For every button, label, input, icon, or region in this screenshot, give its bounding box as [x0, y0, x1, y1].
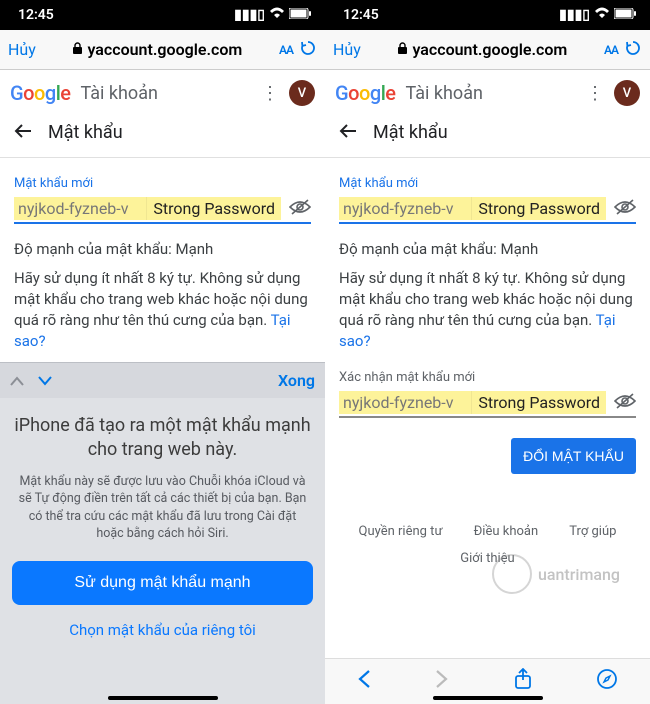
change-password-button[interactable]: ĐỔI MẬT KHẨU [511, 438, 636, 474]
page-title: Mật khẩu [48, 122, 123, 143]
new-password-label: Mật khẩu mới [339, 176, 636, 191]
signal-icon: ▮▮▮▯ [559, 7, 590, 23]
terms-link[interactable]: Điều khoản [474, 524, 539, 539]
lock-icon [72, 42, 83, 58]
toggle-visibility-icon[interactable] [614, 199, 636, 219]
phone-right: 12:45 ▮▮▮▯ Hủy yaccount.google.com AA Go… [325, 0, 650, 704]
back-button[interactable] [339, 122, 357, 143]
prev-field-icon[interactable] [10, 371, 24, 390]
new-password-input[interactable]: nyjkod-fyzneb-v [14, 197, 147, 220]
lock-icon [397, 42, 408, 58]
sub-header: Mật khẩu [325, 114, 650, 158]
more-menu-button[interactable]: ⋮ [586, 83, 604, 104]
url-area[interactable]: yaccount.google.com [367, 40, 598, 59]
strong-password-tag: Strong Password [472, 391, 606, 414]
back-button[interactable] [14, 122, 32, 143]
back-nav-icon[interactable] [357, 669, 371, 694]
intro-link[interactable]: Giới thiệu [339, 551, 636, 566]
google-logo: Google [335, 81, 396, 105]
help-text: Hãy sử dụng ít nhất 8 ký tự. Không sử dụ… [14, 268, 311, 352]
url-text: yaccount.google.com [412, 40, 567, 59]
phone-left: 12:45 ▮▮▮▯ Hủy yaccount.google.com AA Go… [0, 0, 325, 704]
cancel-button[interactable]: Hủy [8, 40, 36, 59]
content-area: Mật khẩu mới nyjkod-fyzneb-v Strong Pass… [0, 158, 325, 362]
browser-bar: Hủy yaccount.google.com AA [0, 30, 325, 70]
url-text: yaccount.google.com [87, 40, 242, 59]
avatar[interactable]: V [614, 80, 640, 106]
share-icon[interactable] [514, 668, 532, 695]
toggle-visibility-icon[interactable] [614, 393, 636, 413]
strong-password-tag: Strong Password [472, 197, 606, 220]
toggle-visibility-icon[interactable] [289, 199, 311, 219]
refresh-button[interactable] [299, 39, 317, 61]
keyboard-done-button[interactable]: Xong [278, 371, 315, 390]
google-header: Google Tài khoản ⋮ V [0, 70, 325, 114]
wifi-icon [269, 7, 285, 23]
avatar[interactable]: V [289, 80, 315, 106]
text-size-button[interactable]: AA [279, 43, 293, 57]
status-time: 12:45 [18, 7, 54, 23]
safari-icon[interactable] [596, 668, 618, 695]
new-password-row: nyjkod-fyzneb-v Strong Password [14, 197, 311, 224]
url-area[interactable]: yaccount.google.com [42, 40, 273, 59]
status-bar: 12:45 ▮▮▮▯ [325, 0, 650, 30]
battery-icon [289, 7, 311, 23]
battery-icon [614, 7, 636, 23]
browser-bar: Hủy yaccount.google.com AA [325, 30, 650, 70]
confirm-password-label: Xác nhận mật khẩu mới [339, 370, 636, 385]
home-indicator [433, 696, 543, 700]
help-text: Hãy sử dụng ít nhất 8 ký tự. Không sử dụ… [339, 268, 636, 352]
new-password-row: nyjkod-fyzneb-v Strong Password [339, 197, 636, 224]
status-icons: ▮▮▮▯ [234, 7, 311, 23]
account-label: Tài khoản [406, 83, 483, 104]
account-label: Tài khoản [81, 83, 158, 104]
status-time: 12:45 [343, 7, 379, 23]
help-text-body: Hãy sử dụng ít nhất 8 ký tự. Không sử dụ… [339, 269, 633, 329]
keyboard-accessory: Xong [0, 362, 325, 398]
help-text-body: Hãy sử dụng ít nhất 8 ký tự. Không sử dụ… [14, 269, 308, 329]
confirm-password-row: nyjkod-fyzneb-v Strong Password [339, 391, 636, 418]
status-icons: ▮▮▮▯ [559, 7, 636, 23]
content-area: Mật khẩu mới nyjkod-fyzneb-v Strong Pass… [325, 158, 650, 576]
sub-header: Mật khẩu [0, 114, 325, 158]
strong-password-panel: iPhone đã tạo ra một mật khẩu mạnh cho t… [0, 398, 325, 704]
confirm-password-input[interactable]: nyjkod-fyzneb-v [339, 391, 472, 414]
google-header: Google Tài khoản ⋮ V [325, 70, 650, 114]
more-menu-button[interactable]: ⋮ [261, 83, 279, 104]
strong-password-tag: Strong Password [147, 197, 281, 220]
new-password-input[interactable]: nyjkod-fyzneb-v [339, 197, 472, 220]
use-strong-password-button[interactable]: Sử dụng mật khẩu mạnh [12, 561, 313, 605]
status-bar: 12:45 ▮▮▮▯ [0, 0, 325, 30]
choose-own-password-link[interactable]: Chọn mật khẩu của riêng tôi [12, 621, 313, 639]
privacy-link[interactable]: Quyền riêng tư [359, 524, 443, 539]
help-link[interactable]: Trợ giúp [569, 524, 616, 539]
refresh-button[interactable] [624, 39, 642, 61]
strength-text: Độ mạnh của mật khẩu: Mạnh [339, 240, 636, 258]
text-size-button[interactable]: AA [604, 43, 618, 57]
new-password-label: Mật khẩu mới [14, 176, 311, 191]
signal-icon: ▮▮▮▯ [234, 7, 265, 23]
home-indicator [108, 696, 218, 700]
forward-nav-icon[interactable] [435, 669, 449, 694]
wifi-icon [594, 7, 610, 23]
panel-title: iPhone đã tạo ra một mật khẩu mạnh cho t… [12, 414, 313, 463]
footer-links: Quyền riêng tư Điều khoản Trợ giúp [339, 524, 636, 539]
google-logo: Google [10, 81, 71, 105]
panel-description: Mật khẩu này sẽ được lưu vào Chuỗi khóa … [12, 473, 313, 543]
page-title: Mật khẩu [373, 122, 448, 143]
next-field-icon[interactable] [38, 371, 52, 390]
cancel-button[interactable]: Hủy [333, 40, 361, 59]
strength-text: Độ mạnh của mật khẩu: Mạnh [14, 240, 311, 258]
